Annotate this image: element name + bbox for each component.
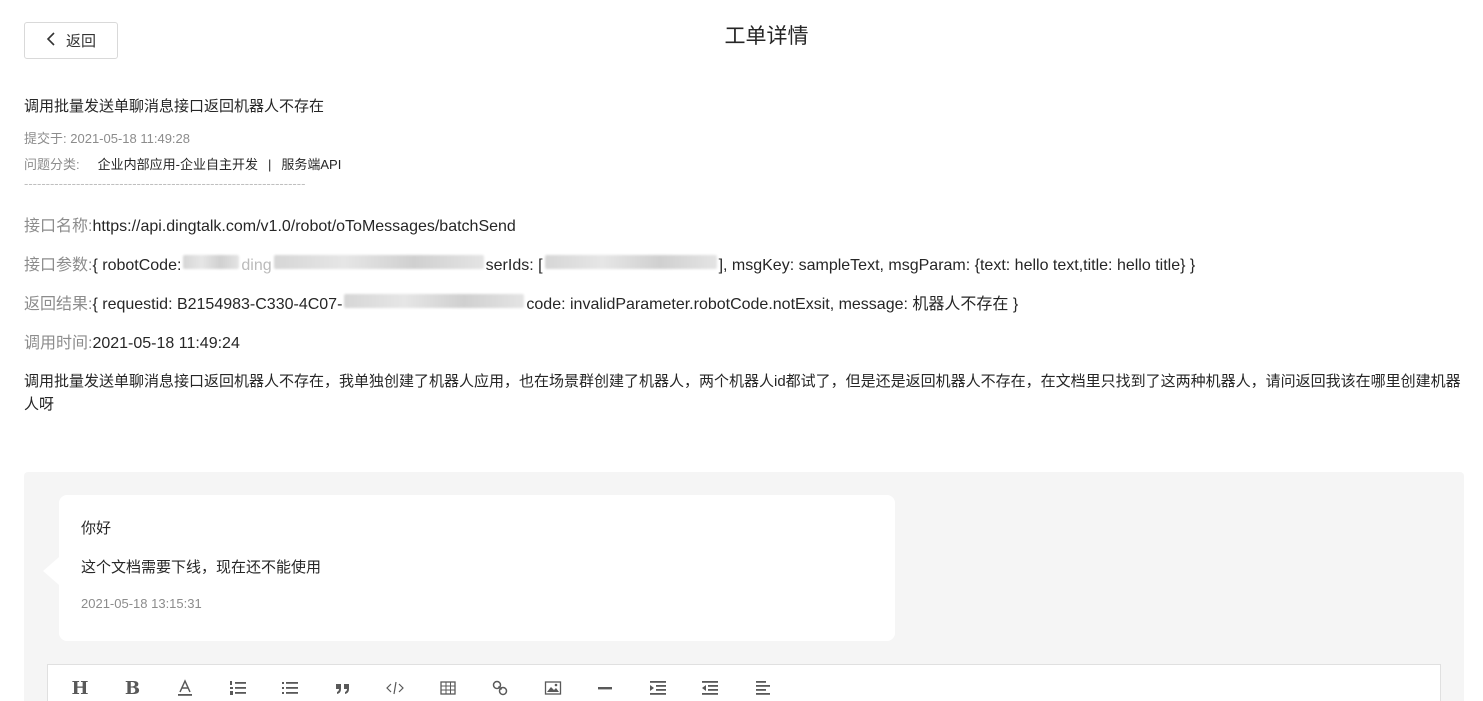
reply-area: 你好 这个文档需要下线，现在还不能使用 2021-05-18 13:15:31 … [24,472,1464,701]
api-params-part1: { robotCode: [92,257,182,274]
api-name-field: 接口名称: https://api.dingtalk.com/v1.0/robo… [24,216,516,238]
table-icon[interactable] [430,675,466,701]
call-time-value: 2021-05-18 11:49:24 [92,335,240,352]
quote-icon[interactable] [325,675,361,701]
category-separator: | [267,157,272,172]
heading-glyph: H [71,677,89,699]
reply-time: 2021-05-18 13:15:31 [81,596,202,611]
redacted-block [273,255,484,269]
bullet-list-icon[interactable] [272,675,308,701]
api-params-label: 接口参数: [24,257,93,274]
align-icon[interactable] [745,675,781,701]
submitted-info: 提交于: 2021-05-18 11:49:28 [24,130,1464,148]
outdent-icon[interactable] [692,675,728,701]
reply-editor[interactable]: H B [47,664,1441,701]
top-bar: 返回 工单详情 [0,0,1483,70]
category-secondary: 服务端API [281,157,342,172]
ticket-description: 调用批量发送单聊消息接口返回机器人不存在，我单独创建了机器人应用，也在场景群创建… [24,373,1461,413]
image-icon[interactable] [535,675,571,701]
ticket-info: 调用批量发送单聊消息接口返回机器人不存在 提交于: 2021-05-18 11:… [24,96,1464,192]
ordered-list-icon[interactable] [220,675,256,701]
link-icon[interactable] [482,675,518,701]
redacted-block [183,255,240,269]
page-title: 工单详情 [724,25,809,48]
ticket-title: 调用批量发送单聊消息接口返回机器人不存在 [24,98,325,115]
api-params-part3: serIds: [ [485,257,543,274]
code-icon[interactable] [377,675,413,701]
api-params-part4: ], msgKey: sampleText, msgParam: {text: … [718,257,1196,274]
dashed-divider: ----------------------------------------… [24,176,306,191]
api-params-part2: ding [241,257,272,274]
category-label: 问题分类: [24,157,80,172]
api-result-part1: { requestid: B2154983-C330-4C07- [92,296,343,313]
api-result-field: 返回结果: { requestid: B2154983-C330-4C07- c… [24,294,1018,316]
submitted-label: 提交于: [24,131,67,146]
api-name-value: https://api.dingtalk.com/v1.0/robot/oToM… [92,218,516,235]
text-color-icon[interactable] [167,675,203,701]
reply-bubble: 你好 这个文档需要下线，现在还不能使用 2021-05-18 13:15:31 [43,495,895,641]
api-params-field: 接口参数: { robotCode: ding serIds: [ ], msg… [24,255,1195,277]
horizontal-rule-icon[interactable] [587,675,623,701]
reply-line-1: 你好 [81,520,112,537]
call-time-label: 调用时间: [24,335,93,352]
api-result-label: 返回结果: [24,296,93,313]
category-info: 问题分类: 企业内部应用-企业自主开发 | 服务端API [24,156,1464,174]
api-name-label: 接口名称: [24,218,93,235]
bold-icon[interactable]: B [115,675,151,701]
reply-line-2: 这个文档需要下线，现在还不能使用 [81,559,322,576]
editor-toolbar: H B [62,675,797,701]
api-result-part2: code: invalidParameter.robotCode.notExsi… [526,296,1019,313]
call-time-field: 调用时间: 2021-05-18 11:49:24 [24,333,240,355]
submitted-time: 2021-05-18 11:49:28 [70,131,190,146]
heading-icon[interactable]: H [62,675,98,701]
bold-glyph: B [124,677,141,699]
indent-icon[interactable] [640,675,676,701]
redacted-block [544,255,717,269]
category-primary: 企业内部应用-企业自主开发 [97,157,258,172]
redacted-block [344,294,525,308]
